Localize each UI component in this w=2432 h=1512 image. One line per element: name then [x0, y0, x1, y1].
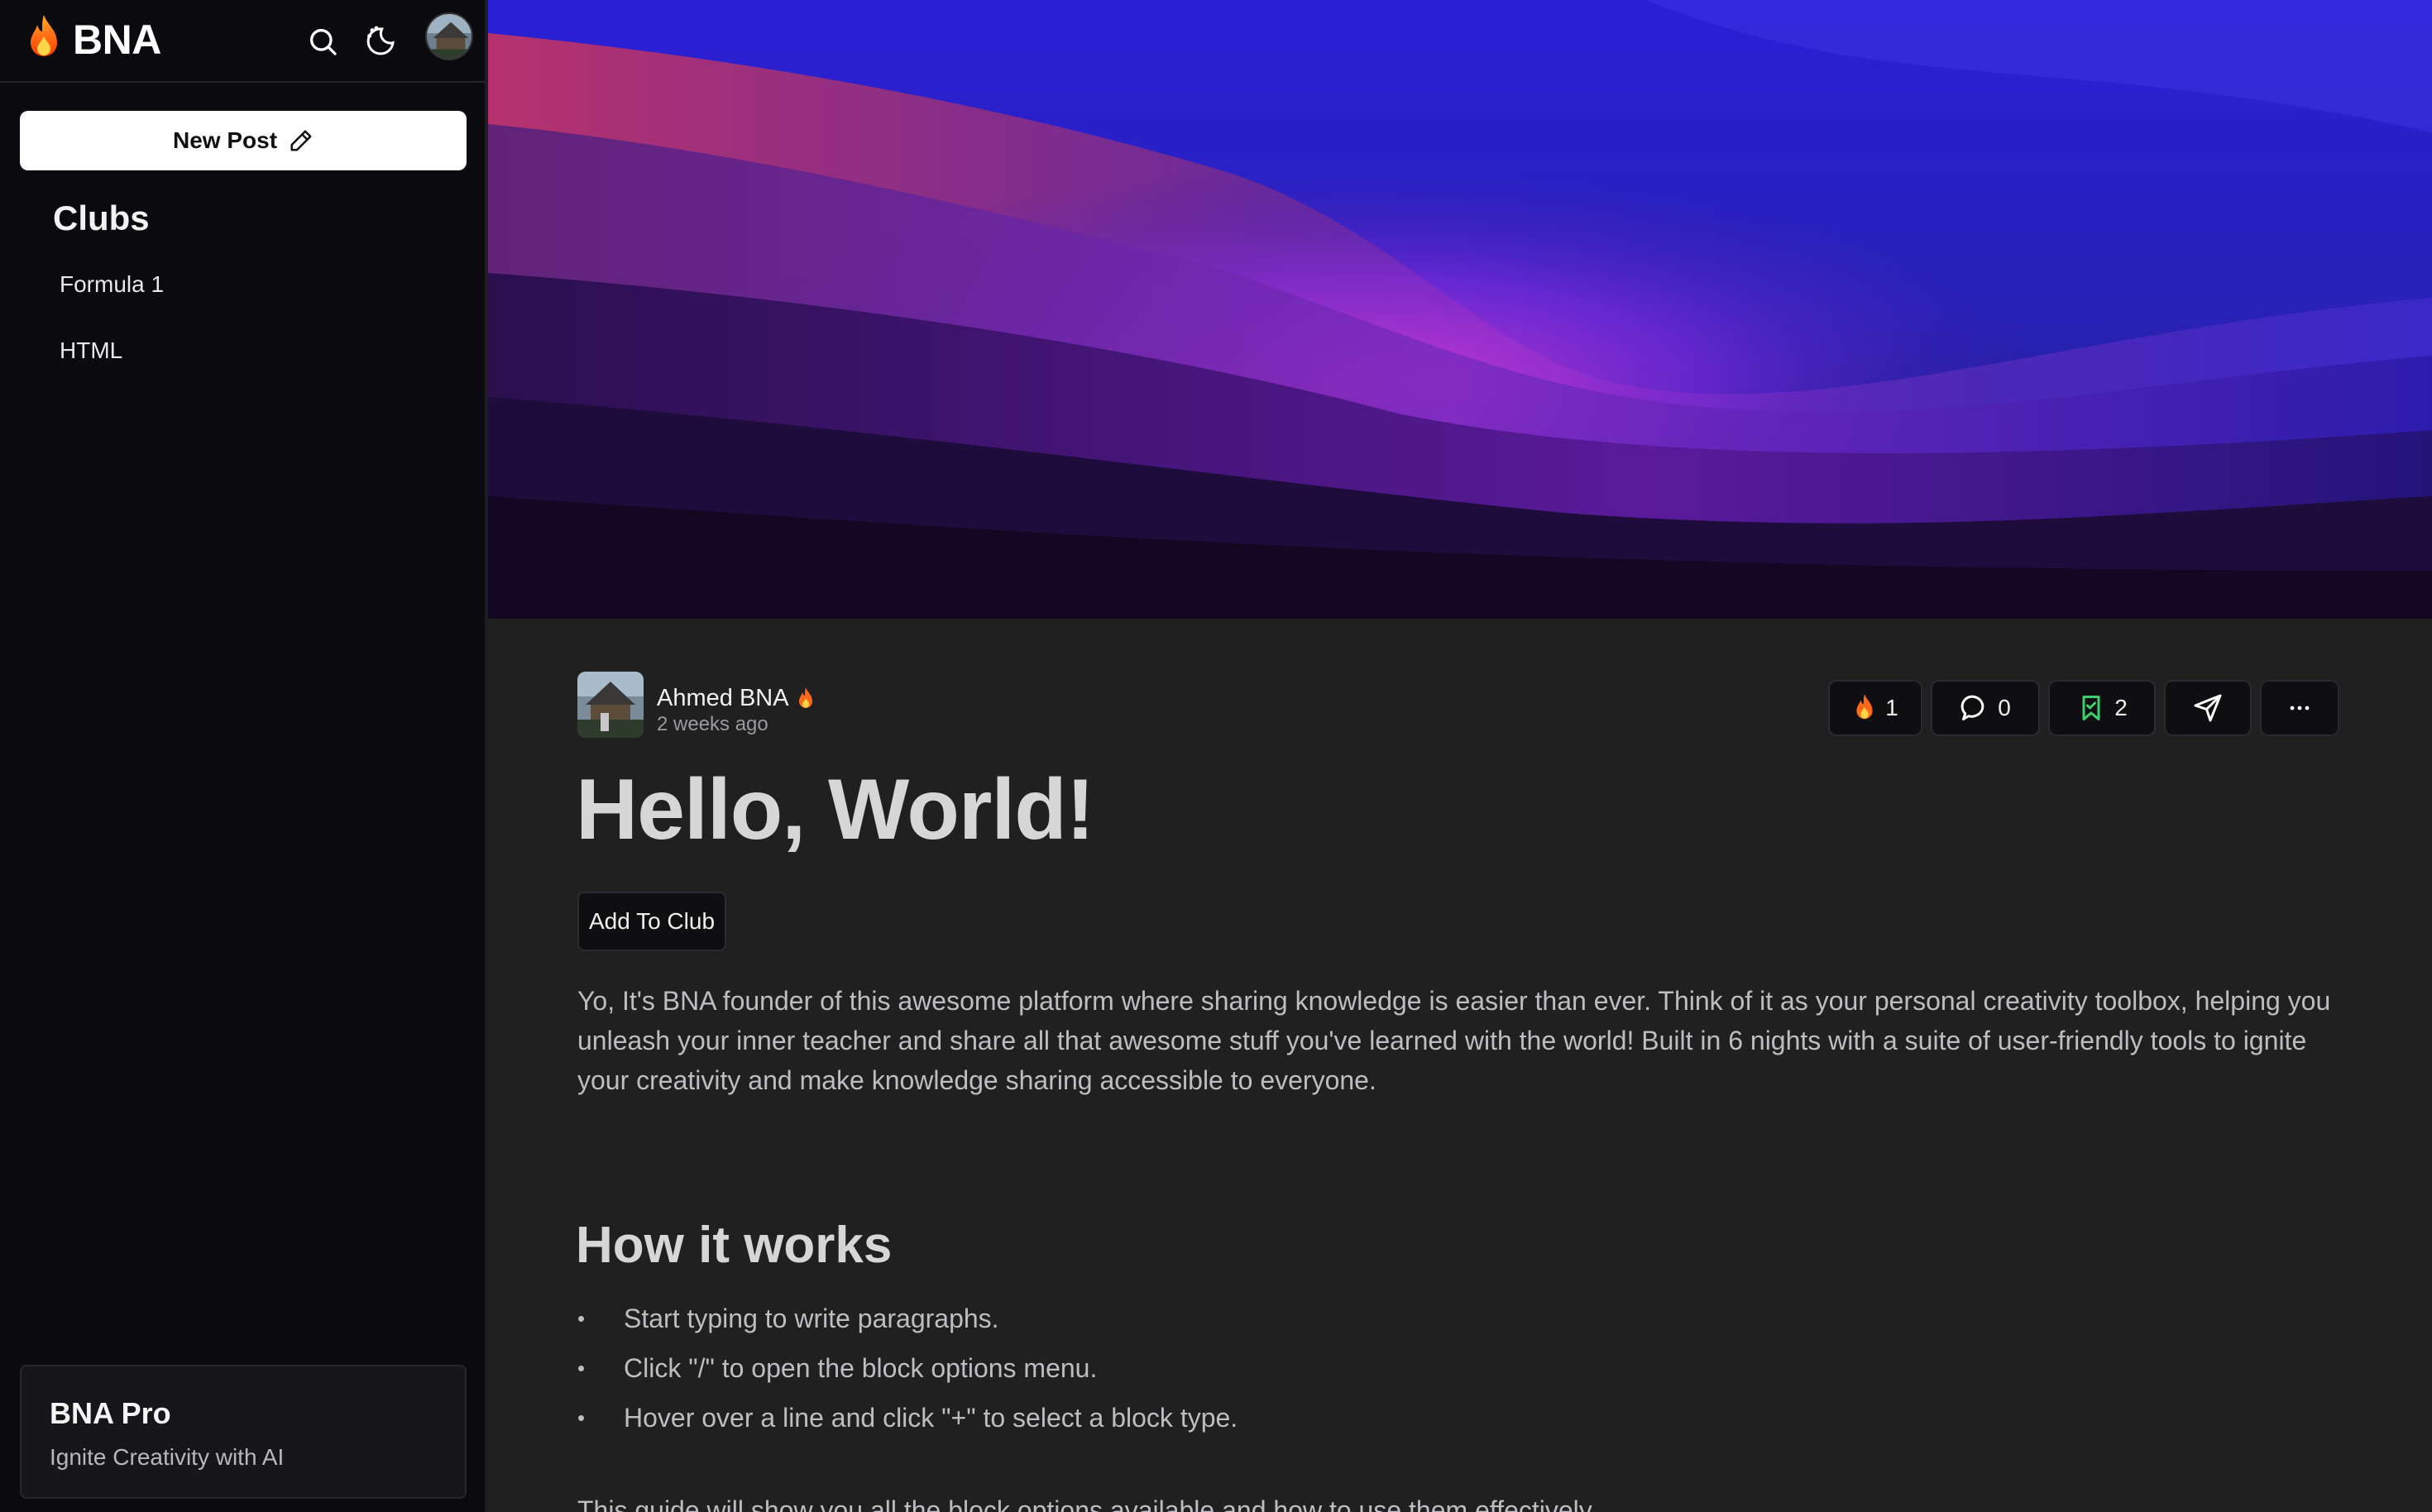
comment-icon — [1960, 695, 1984, 720]
pencil-icon — [290, 130, 312, 151]
fire-count: 1 — [1885, 695, 1898, 720]
cover-image — [488, 0, 2432, 619]
post-timestamp: 2 weeks ago — [657, 713, 768, 735]
search-icon — [310, 29, 337, 55]
post-intro-paragraph: Yo, It's BNA founder of this awesome pla… — [577, 986, 2331, 1095]
author-avatar[interactable] — [577, 672, 644, 738]
list-item: • Hover over a line and click "+" to sele… — [577, 1398, 1238, 1447]
sidebar-header: BNA — [0, 0, 485, 83]
fire-icon — [798, 687, 812, 708]
bullet-marker: • — [577, 1405, 586, 1430]
pro-card-subtitle: Ignite Creativity with AI — [50, 1444, 285, 1470]
fire-reaction-button[interactable]: 1 — [1828, 680, 1922, 736]
post-title: Hello, World! — [576, 762, 1094, 858]
post-view: Ahmed BNA 2 weeks ago 1 0 2 Hello, World… — [488, 0, 2432, 1512]
brand-name: BNA — [73, 17, 161, 63]
fire-icon — [23, 13, 65, 67]
bullet-marker: • — [577, 1356, 586, 1380]
pro-card-title: BNA Pro — [50, 1396, 171, 1430]
new-post-label: New Post — [172, 127, 278, 153]
share-button[interactable] — [2164, 680, 2252, 736]
comment-count: 0 — [1998, 695, 2011, 720]
more-horizontal-icon — [2290, 706, 2310, 711]
sidebar-item-formula-1[interactable]: Formula 1 — [60, 271, 164, 298]
more-options-button[interactable] — [2260, 680, 2339, 736]
author-name-text: Ahmed BNA — [657, 685, 789, 711]
list-item-text: Hover over a line and click "+" to selec… — [624, 1403, 1238, 1433]
theme-toggle-icon — [366, 26, 395, 55]
search-button[interactable] — [299, 18, 346, 65]
bookmark-check-icon — [2082, 696, 2100, 720]
add-to-club-button[interactable]: Add To Club — [577, 892, 726, 951]
list-item-text: Start typing to write paragraphs. — [624, 1304, 999, 1333]
sidebar: BNA New Post Clubs Formula 1 HTML BNA Pr… — [0, 0, 488, 1512]
list-item-text: Click "/" to open the block options menu… — [624, 1353, 1098, 1383]
user-avatar[interactable] — [425, 12, 473, 60]
brand-logo[interactable]: BNA — [23, 8, 161, 71]
sidebar-item-html[interactable]: HTML — [60, 337, 122, 364]
new-post-button[interactable]: New Post — [20, 111, 467, 170]
bookmark-button[interactable]: 2 — [2048, 680, 2156, 736]
list-item: • Start typing to write paragraphs. — [577, 1299, 1238, 1348]
bna-pro-card[interactable]: BNA Pro Ignite Creativity with AI — [20, 1365, 467, 1499]
section-heading: How it works — [576, 1217, 893, 1274]
clubs-heading: Clubs — [53, 199, 150, 237]
author-name[interactable]: Ahmed BNA — [657, 685, 816, 712]
send-icon — [2194, 694, 2222, 722]
fire-icon — [1856, 694, 1873, 720]
theme-toggle-button[interactable] — [357, 18, 404, 65]
how-it-works-list: • Start typing to write paragraphs. • Clic… — [577, 1299, 1238, 1447]
bookmark-count: 2 — [2114, 695, 2128, 720]
comment-button[interactable]: 0 — [1931, 680, 2040, 736]
bullet-marker: • — [577, 1306, 586, 1331]
partial-paragraph: This guide will show you all the block o… — [577, 1495, 1598, 1512]
list-item: • Click "/" to open the block options men… — [577, 1348, 1238, 1398]
